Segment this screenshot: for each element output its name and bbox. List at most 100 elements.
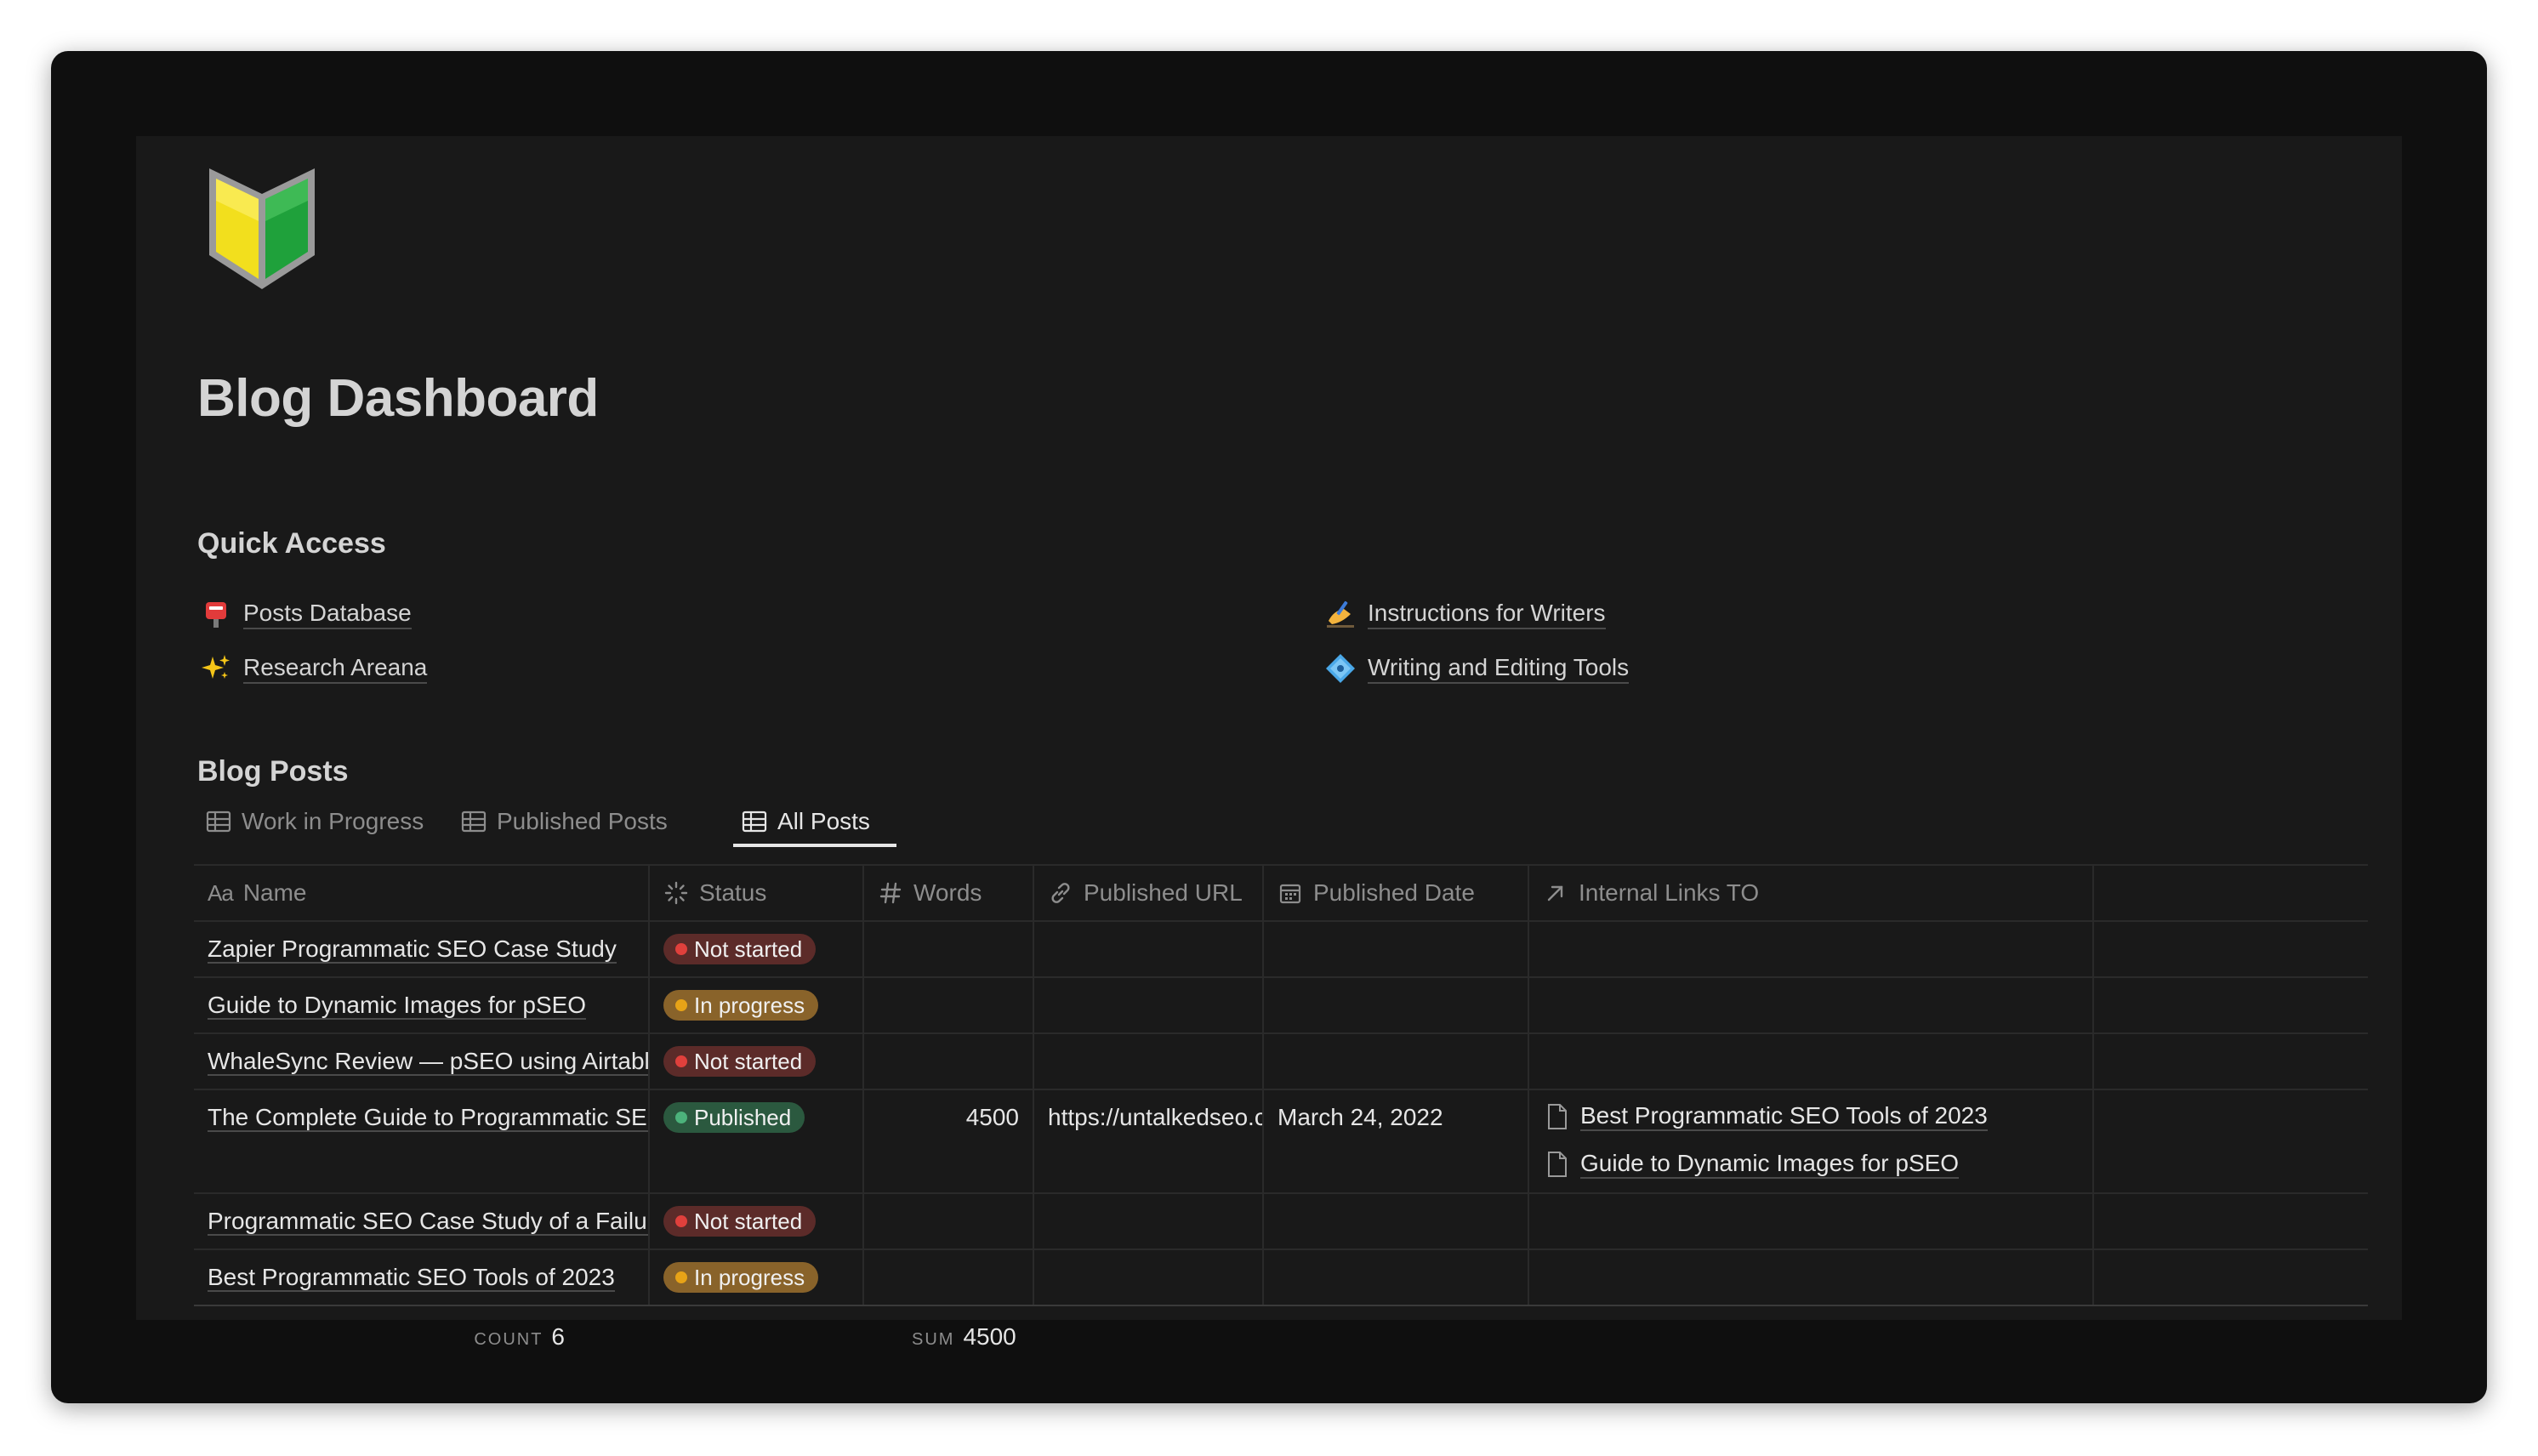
page-title: Blog Dashboard	[197, 369, 599, 428]
tab-published-posts[interactable]: Published Posts	[461, 796, 668, 847]
cell-internal-links[interactable]	[1529, 978, 2094, 1032]
research-areana-link[interactable]: Research Areana	[201, 650, 428, 687]
table-row[interactable]: Programmatic SEO Case Study of a Failure…	[194, 1194, 2368, 1250]
cell-internal-links[interactable]	[1529, 1250, 2094, 1305]
cell-internal-links[interactable]	[1529, 1194, 2094, 1248]
cell-words[interactable]	[864, 1194, 1034, 1248]
tab-label: Published Posts	[497, 808, 668, 834]
status-dot	[675, 1215, 687, 1227]
table-row[interactable]: Zapier Programmatic SEO Case Study Not st…	[194, 922, 2368, 978]
active-tab-indicator	[733, 844, 896, 847]
cell-published-url[interactable]: https://untalkedseo.com	[1034, 1090, 1264, 1192]
cell-words[interactable]	[864, 978, 1034, 1032]
cell-published-date[interactable]	[1264, 1250, 1529, 1305]
count-label: COUNT	[474, 1330, 543, 1349]
quick-access-heading: Quick Access	[197, 527, 386, 560]
table-row[interactable]: The Complete Guide to Programmatic SEO Pu…	[194, 1090, 2368, 1194]
cell-words[interactable]	[864, 1250, 1034, 1305]
app-window: Blog Dashboard Quick Access Posts Databa…	[51, 51, 2487, 1403]
cell-name[interactable]: Zapier Programmatic SEO Case Study	[194, 922, 650, 976]
column-label: Published URL	[1084, 879, 1243, 906]
cell-published-url[interactable]	[1034, 922, 1264, 976]
table-row[interactable]: Best Programmatic SEO Tools of 2023 In pr…	[194, 1250, 2368, 1306]
table-row[interactable]: WhaleSync Review — pSEO using Airtable No…	[194, 1034, 2368, 1090]
status-dot	[675, 1112, 687, 1123]
cell-published-url[interactable]	[1034, 1194, 1264, 1248]
cell-status[interactable]: Not started	[650, 922, 864, 976]
sum-label: SUM	[912, 1330, 955, 1349]
status-label: Not started	[694, 1048, 803, 1074]
cell-published-date[interactable]	[1264, 1034, 1529, 1089]
cell-internal-links[interactable]	[1529, 922, 2094, 976]
tab-work-in-progress[interactable]: Work in Progress	[206, 796, 424, 847]
linked-page[interactable]: Best Programmatic SEO Tools of 2023	[1546, 1102, 1988, 1131]
status-label: In progress	[694, 992, 805, 1018]
cell-published-date[interactable]	[1264, 978, 1529, 1032]
column-header-published-date[interactable]: Published Date	[1264, 866, 1529, 920]
cell-status[interactable]: Published	[650, 1090, 864, 1192]
post-title[interactable]: Programmatic SEO Case Study of a Failure	[208, 1208, 648, 1236]
cell-internal-links[interactable]: Best Programmatic SEO Tools of 2023 Guide…	[1529, 1090, 2094, 1192]
column-header-published-url[interactable]: Published URL	[1034, 866, 1264, 920]
cell-name[interactable]: Guide to Dynamic Images for pSEO	[194, 978, 650, 1032]
cell-published-url[interactable]	[1034, 1250, 1264, 1305]
column-label: Status	[699, 879, 767, 906]
linked-page-title: Best Programmatic SEO Tools of 2023	[1580, 1102, 1988, 1131]
posts-database-link[interactable]: Posts Database	[201, 595, 412, 633]
cell-name[interactable]: Programmatic SEO Case Study of a Failure	[194, 1194, 650, 1248]
table-row[interactable]: Guide to Dynamic Images for pSEO In progr…	[194, 978, 2368, 1034]
post-title[interactable]: WhaleSync Review — pSEO using Airtable	[208, 1048, 648, 1076]
notion-page: Blog Dashboard Quick Access Posts Databa…	[136, 136, 2402, 1350]
cell-status[interactable]: Not started	[650, 1194, 864, 1248]
calendar-icon	[1279, 884, 1301, 904]
cell-published-date[interactable]	[1264, 922, 1529, 976]
cell-empty	[2094, 978, 2368, 1032]
tab-all-posts[interactable]: All Posts	[742, 796, 870, 847]
column-header-words[interactable]: Words	[864, 866, 1034, 920]
cell-empty	[2094, 1194, 2368, 1248]
post-title[interactable]: The Complete Guide to Programmatic SEO	[208, 1104, 648, 1132]
cell-published-date[interactable]	[1264, 1194, 1529, 1248]
beginner-shield-icon[interactable]	[206, 162, 318, 291]
cell-status[interactable]: Not started	[650, 1034, 864, 1089]
cell-published-date[interactable]: March 24, 2022	[1264, 1090, 1529, 1192]
cell-words[interactable]	[864, 922, 1034, 976]
cell-status[interactable]: In progress	[650, 978, 864, 1032]
cell-words[interactable]: 4500	[864, 1090, 1034, 1192]
instructions-for-writers-link[interactable]: Instructions for Writers	[1325, 595, 1606, 633]
cell-published-url[interactable]	[1034, 978, 1264, 1032]
column-header-name[interactable]: Aa Name	[194, 866, 650, 920]
cell-published-url[interactable]	[1034, 1034, 1264, 1089]
post-title[interactable]: Guide to Dynamic Images for pSEO	[208, 992, 587, 1020]
page-document-icon	[1548, 1104, 1567, 1129]
post-title[interactable]: Zapier Programmatic SEO Case Study	[208, 936, 617, 964]
status-badge[interactable]: Not started	[663, 1206, 817, 1237]
sum-calculation[interactable]: SUM 4500	[912, 1323, 1016, 1351]
diamond-dot-icon	[1325, 653, 1356, 684]
post-title[interactable]: Best Programmatic SEO Tools of 2023	[208, 1264, 615, 1292]
status-badge[interactable]: Not started	[663, 934, 817, 964]
status-badge[interactable]: In progress	[663, 990, 819, 1021]
cell-internal-links[interactable]	[1529, 1034, 2094, 1089]
cell-status[interactable]: In progress	[650, 1250, 864, 1305]
status-badge[interactable]: In progress	[663, 1262, 819, 1293]
status-badge[interactable]: Published	[663, 1102, 805, 1133]
cell-words[interactable]	[864, 1034, 1034, 1089]
instructions-for-writers-label: Instructions for Writers	[1368, 600, 1606, 629]
status-badge[interactable]: Not started	[663, 1046, 817, 1077]
page-document-icon	[1548, 1152, 1567, 1177]
cell-name[interactable]: Best Programmatic SEO Tools of 2023	[194, 1250, 650, 1305]
count-value: 6	[551, 1323, 565, 1350]
writing-and-editing-tools-link[interactable]: Writing and Editing Tools	[1325, 650, 1630, 687]
cell-name[interactable]: The Complete Guide to Programmatic SEO	[194, 1090, 650, 1192]
column-header-internal-links[interactable]: Internal Links TO	[1529, 866, 2094, 920]
linked-page[interactable]: Guide to Dynamic Images for pSEO	[1546, 1150, 1960, 1179]
cell-name[interactable]: WhaleSync Review — pSEO using Airtable	[194, 1034, 650, 1089]
count-calculation[interactable]: COUNT 6	[474, 1323, 565, 1351]
relation-arrow-icon	[1547, 885, 1563, 901]
url-value[interactable]: https://untalkedseo.com	[1048, 1103, 1262, 1132]
column-header-status[interactable]: Status	[650, 866, 864, 920]
sparkles-icon	[201, 653, 231, 684]
link-icon	[1051, 883, 1070, 903]
column-label: Published Date	[1313, 879, 1475, 906]
